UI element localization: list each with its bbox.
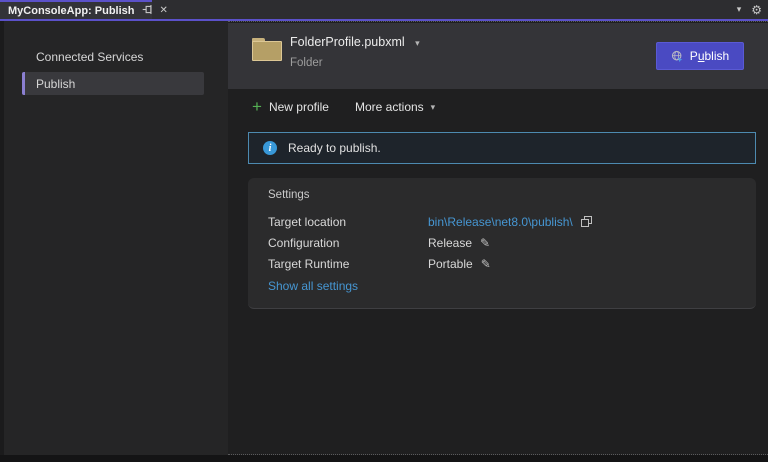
close-icon[interactable]: ✕	[160, 6, 168, 16]
sidebar-item-publish[interactable]: Publish	[22, 72, 204, 95]
status-message: Ready to publish.	[288, 141, 381, 155]
publish-sidebar: Connected Services Publish	[4, 21, 228, 455]
publish-globe-icon	[671, 50, 684, 63]
publish-document-pane: FolderProfile.pubxml ▾ Folder Publish + …	[228, 21, 768, 455]
copy-icon[interactable]	[581, 216, 593, 228]
target-location-link[interactable]: bin\Release\net8.0\publish\	[428, 215, 573, 229]
setting-label: Target location	[268, 215, 428, 229]
more-actions-label: More actions	[355, 100, 424, 114]
chevron-down-icon: ▾	[415, 38, 420, 48]
target-runtime-value: Portable	[428, 257, 473, 271]
new-profile-label: New profile	[269, 100, 329, 114]
sidebar-item-label: Publish	[36, 77, 75, 91]
plus-icon: +	[252, 98, 262, 115]
setting-label: Target Runtime	[268, 257, 428, 271]
setting-row-target-runtime: Target Runtime Portable ✎	[268, 256, 491, 272]
profile-name: FolderProfile.pubxml	[290, 35, 405, 49]
profile-selector[interactable]: FolderProfile.pubxml ▾	[290, 35, 420, 49]
setting-row-configuration: Configuration Release ✎	[268, 235, 490, 251]
show-all-settings-link[interactable]: Show all settings	[268, 279, 358, 293]
edit-pencil-icon[interactable]: ✎	[481, 257, 491, 271]
window-bottom-edge	[0, 455, 768, 462]
tab-title: MyConsoleApp: Publish	[8, 5, 135, 17]
profile-type-label: Folder	[290, 57, 323, 69]
setting-label: Configuration	[268, 236, 428, 250]
profile-actions: + New profile More actions ▾	[252, 97, 435, 117]
edit-pencil-icon[interactable]: ✎	[480, 236, 490, 250]
publish-button[interactable]: Publish	[656, 42, 744, 70]
sidebar-item-connected-services[interactable]: Connected Services	[22, 45, 228, 68]
new-profile-button[interactable]: + New profile	[252, 100, 329, 115]
chevron-down-icon: ▾	[431, 102, 436, 113]
info-icon: i	[263, 141, 277, 155]
chevron-down-icon[interactable]: ▾	[737, 4, 742, 15]
sidebar-item-label: Connected Services	[36, 50, 143, 64]
configuration-value: Release	[428, 236, 472, 250]
setting-row-target-location: Target location bin\Release\net8.0\publi…	[268, 214, 593, 230]
settings-panel: Settings Target location bin\Release\net…	[248, 178, 756, 309]
status-banner: i Ready to publish.	[248, 132, 756, 164]
gear-icon[interactable]: ⚙	[751, 3, 762, 17]
profile-header: FolderProfile.pubxml ▾ Folder Publish	[228, 23, 768, 89]
more-actions-button[interactable]: More actions ▾	[355, 100, 435, 114]
tab-bar: MyConsoleApp: Publish ✕ ▾ ⚙	[0, 0, 768, 19]
tab-myconsoleapp-publish[interactable]: MyConsoleApp: Publish ✕	[0, 0, 152, 19]
pin-icon[interactable]	[142, 4, 153, 18]
settings-title: Settings	[268, 189, 310, 201]
folder-icon	[252, 38, 282, 61]
app-window: MyConsoleApp: Publish ✕ ▾ ⚙ Connected Se…	[0, 0, 768, 462]
publish-button-label: Publish	[690, 49, 729, 63]
